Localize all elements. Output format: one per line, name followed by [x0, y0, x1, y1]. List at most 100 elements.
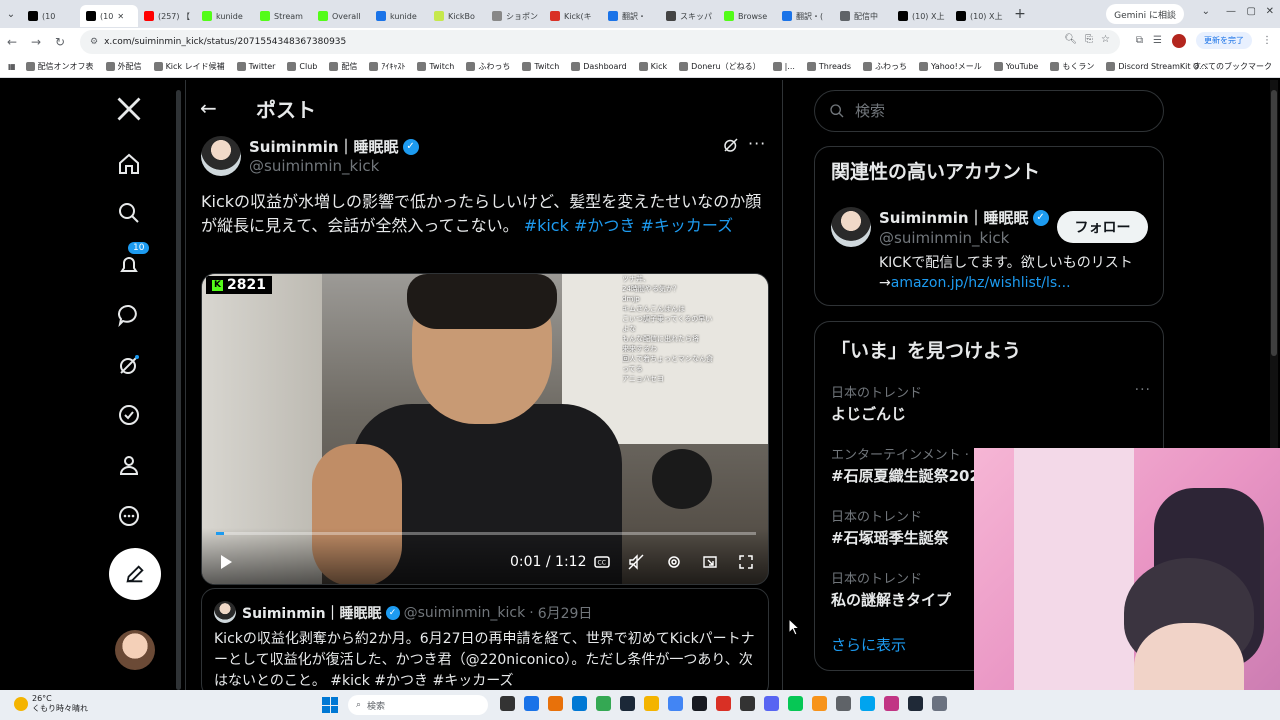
- taskbar-app-icon[interactable]: [788, 696, 803, 711]
- related-name-row[interactable]: Suiminmin｜睡眠眠 ✓: [879, 207, 1049, 228]
- hashtag-link[interactable]: #かつき: [574, 216, 635, 235]
- bookmark-item[interactable]: Kick レイド候補: [153, 61, 225, 72]
- explore-icon[interactable]: [114, 198, 144, 228]
- bookmark-item[interactable]: Twitter: [236, 61, 275, 72]
- weather-widget[interactable]: 26°C くもり時々晴れ: [14, 694, 88, 714]
- taskbar-app-icon[interactable]: [548, 696, 563, 711]
- wishlist-link[interactable]: amazon.jp/hz/wishlist/ls...: [891, 275, 1071, 291]
- picture-in-picture-icon[interactable]: [702, 554, 718, 574]
- taskbar-app-icon[interactable]: [764, 696, 779, 711]
- bookmark-item[interactable]: Threads: [806, 61, 851, 72]
- grok-explain-icon[interactable]: [722, 136, 740, 158]
- bookmark-item[interactable]: Twitch: [522, 61, 559, 72]
- bookmark-item[interactable]: YouTube: [993, 61, 1038, 72]
- bookmark-star-icon[interactable]: ☆: [1101, 34, 1110, 45]
- quoted-post[interactable]: Suiminmin｜睡眠眠 ✓ @suiminmin_kick · 6月29日 …: [201, 588, 769, 698]
- play-icon[interactable]: [218, 554, 234, 574]
- profile-icon[interactable]: [114, 450, 144, 480]
- browser-tab[interactable]: スキッパ: [660, 5, 718, 27]
- apps-icon[interactable]: ▦: [8, 62, 16, 71]
- browser-tab[interactable]: Browse: [718, 5, 776, 27]
- post-more-icon[interactable]: ···: [748, 134, 766, 153]
- tab-close-icon[interactable]: ✕: [117, 12, 124, 21]
- bookmark-item[interactable]: Dashboard: [571, 61, 627, 72]
- install-icon[interactable]: ⎘: [1085, 34, 1093, 45]
- related-avatar[interactable]: [831, 207, 871, 247]
- bookmark-item[interactable]: |...: [772, 61, 795, 72]
- author-handle[interactable]: @suiminmin_kick: [249, 157, 379, 175]
- extensions-icon[interactable]: ⧉: [1136, 35, 1143, 46]
- tab-search-button[interactable]: ⌄: [0, 9, 22, 20]
- bookmark-item[interactable]: 配信: [329, 61, 357, 72]
- new-tab-button[interactable]: +: [1008, 6, 1032, 22]
- gemini-button[interactable]: Gemini に相談: [1106, 4, 1184, 24]
- zoom-icon[interactable]: 🔍︎: [1064, 34, 1077, 45]
- minimize-icon[interactable]: —: [1226, 6, 1236, 17]
- address-bar[interactable]: ⚙ x.com/suiminmin_kick/status/2071554348…: [80, 30, 1120, 54]
- author-avatar[interactable]: [201, 136, 241, 176]
- page-scrollbar-thumb[interactable]: [1271, 90, 1277, 356]
- x-logo-icon[interactable]: [114, 94, 144, 124]
- browser-tab[interactable]: 翻訳・: [602, 5, 660, 27]
- taskbar-app-icon[interactable]: [884, 696, 899, 711]
- forward-icon[interactable]: →: [24, 35, 48, 49]
- left-scrollbar[interactable]: [176, 90, 181, 690]
- browser-tab[interactable]: kunide: [370, 5, 428, 27]
- settings-icon[interactable]: [666, 554, 682, 574]
- menu-icon[interactable]: ⋮: [1262, 35, 1272, 46]
- trend-item[interactable]: 日本のトレンド よじごんじ ···: [831, 382, 1151, 424]
- chat-icon[interactable]: [114, 300, 144, 330]
- taskbar-app-icon[interactable]: [644, 696, 659, 711]
- tab-search-icon[interactable]: ⌄: [1202, 6, 1210, 17]
- site-info-icon[interactable]: ⚙: [90, 37, 98, 47]
- account-avatar[interactable]: [115, 630, 155, 670]
- follow-button[interactable]: フォロー: [1057, 211, 1148, 243]
- search-box[interactable]: [814, 90, 1164, 132]
- browser-tab[interactable]: KickBo: [428, 5, 486, 27]
- browser-tab[interactable]: Stream: [254, 5, 312, 27]
- back-icon[interactable]: ←: [0, 35, 24, 49]
- taskbar-app-icon[interactable]: [596, 696, 611, 711]
- back-arrow-icon[interactable]: ←: [200, 96, 217, 120]
- bookmark-item[interactable]: 配信オンオフ表: [25, 61, 94, 72]
- more-options-icon[interactable]: [114, 501, 144, 531]
- taskbar-app-icon[interactable]: [932, 696, 947, 711]
- taskbar-app-icon[interactable]: [740, 696, 755, 711]
- verified-orgs-icon[interactable]: [114, 400, 144, 430]
- compose-post-button[interactable]: [109, 548, 161, 600]
- browser-tab[interactable]: (10) X上: [950, 5, 1008, 27]
- bookmark-item[interactable]: ふわっち: [466, 61, 510, 72]
- notifications-icon[interactable]: 10: [114, 242, 150, 280]
- bookmark-item[interactable]: Twitch: [417, 61, 454, 72]
- sidebar-icon[interactable]: ☰: [1153, 35, 1162, 46]
- browser-tab[interactable]: (10) X上: [892, 5, 950, 27]
- captions-icon[interactable]: CC: [594, 554, 610, 574]
- taskbar-app-icon[interactable]: [572, 696, 587, 711]
- taskbar-app-icon[interactable]: [812, 696, 827, 711]
- bookmark-item[interactable]: Doneru（どねる）: [679, 61, 761, 72]
- hashtag-link[interactable]: #kick: [524, 216, 569, 235]
- taskbar-app-icon[interactable]: [860, 696, 875, 711]
- bookmark-item[interactable]: 外配信: [105, 61, 142, 72]
- show-more-link[interactable]: さらに表示: [831, 634, 906, 655]
- bookmark-item[interactable]: ふわっち: [863, 61, 907, 72]
- bookmark-item[interactable]: Kick: [638, 61, 667, 72]
- browser-tab[interactable]: 翻訳・(: [776, 5, 834, 27]
- taskbar-search[interactable]: ⌕ 検索: [348, 695, 488, 715]
- mute-icon[interactable]: [628, 554, 644, 574]
- browser-tab[interactable]: Overall: [312, 5, 370, 27]
- maximize-icon[interactable]: ▢: [1247, 6, 1256, 17]
- browser-tab[interactable]: kunide: [196, 5, 254, 27]
- grok-icon[interactable]: [114, 350, 144, 380]
- all-bookmarks[interactable]: すべてのブックマーク: [1193, 61, 1272, 72]
- close-window-icon[interactable]: ✕: [1266, 6, 1274, 17]
- browser-tab[interactable]: Kick(キ: [544, 5, 602, 27]
- profile-avatar[interactable]: [1172, 33, 1186, 48]
- browser-tab[interactable]: (10 ✕: [80, 5, 138, 27]
- browser-tab[interactable]: (10: [22, 5, 80, 27]
- video-player[interactable]: K 2821 ツナ丼、 24時間やる気か？ dmjp キムさんこんばんは こいつ調子乗っ…: [201, 273, 769, 585]
- taskbar-app-icon[interactable]: [500, 696, 515, 711]
- windows-start-icon[interactable]: [322, 697, 338, 713]
- taskbar-app-icon[interactable]: [908, 696, 923, 711]
- taskbar-app-icon[interactable]: [716, 696, 731, 711]
